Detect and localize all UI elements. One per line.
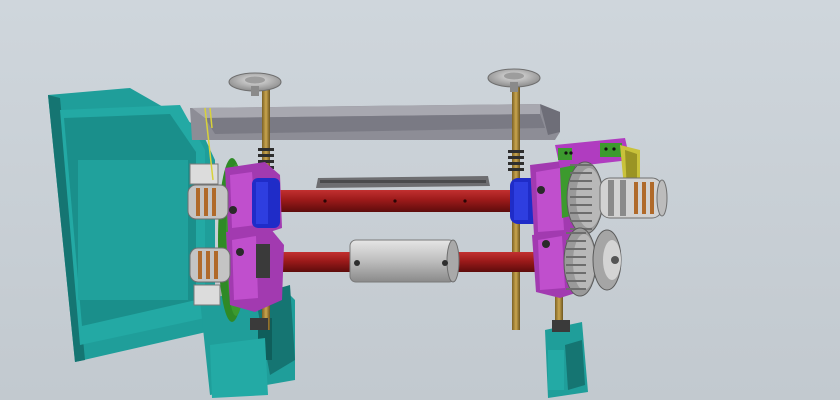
- shaft-sleeve: [349, 239, 460, 283]
- right-lower-gear: [563, 227, 597, 297]
- right-lower-sprocket: [592, 229, 622, 291]
- guide-rail: [316, 176, 490, 188]
- top-crossbar: [190, 104, 560, 140]
- assembly-drawing: [0, 0, 840, 400]
- upper-roller-shaft: [270, 190, 520, 212]
- right-support-foot: [545, 322, 588, 398]
- cad-viewport[interactable]: [0, 0, 840, 400]
- left-lower-bearing-block: [226, 228, 284, 312]
- right-upper-gear: [566, 161, 604, 235]
- left-upper-bearing-block: [225, 162, 282, 236]
- right-pulley-stack: [599, 177, 668, 219]
